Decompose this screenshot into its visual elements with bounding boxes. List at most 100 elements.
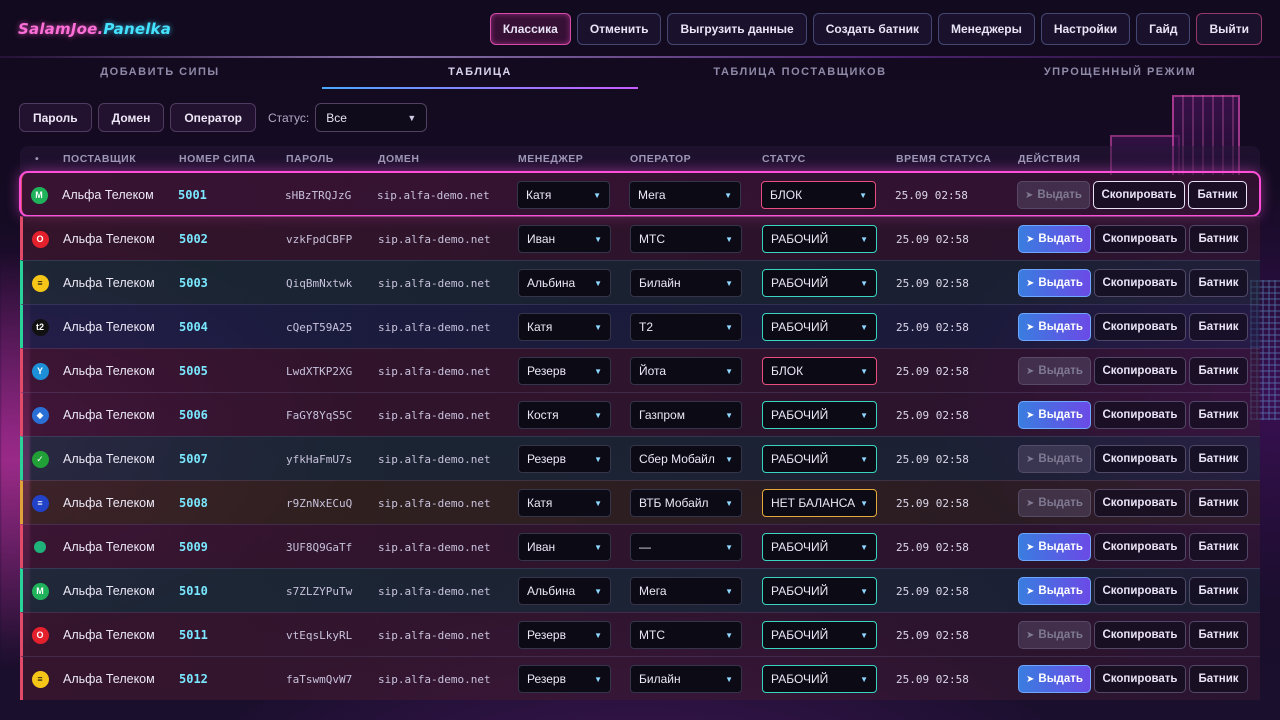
tab-1[interactable]: ТАБЛИЦА xyxy=(320,58,640,89)
batch-button[interactable]: Батник xyxy=(1189,577,1248,605)
nav-button-4[interactable]: Менеджеры xyxy=(938,13,1035,45)
issue-button[interactable]: ➤ Выдать xyxy=(1018,489,1091,517)
copy-button[interactable]: Скопировать xyxy=(1094,665,1186,693)
table-row[interactable]: ✓ Альфа Телеком 5007 yfkHaFmU7s sip.alfa… xyxy=(20,436,1260,480)
operator-select[interactable]: Сбер Мобайл ▼ xyxy=(630,445,742,473)
table-row[interactable]: M Альфа Телеком 5010 s7ZLZYPuTw sip.alfa… xyxy=(20,568,1260,612)
nav-button-0[interactable]: Классика xyxy=(489,13,571,45)
copy-button[interactable]: Скопировать xyxy=(1094,445,1186,473)
tab-0[interactable]: ДОБАВИТЬ СИПЫ xyxy=(0,58,320,89)
status-select[interactable]: РАБОЧИЙ ▼ xyxy=(762,445,877,473)
copy-button[interactable]: Скопировать xyxy=(1094,313,1186,341)
operator-select[interactable]: МТС ▼ xyxy=(630,225,742,253)
manager-select[interactable]: Альбина ▼ xyxy=(518,269,611,297)
table-row[interactable]: O Альфа Телеком 5011 vtEqsLkyRL sip.alfa… xyxy=(20,612,1260,656)
tab-2[interactable]: ТАБЛИЦА ПОСТАВЩИКОВ xyxy=(640,58,960,89)
manager-select[interactable]: Альбина ▼ xyxy=(518,577,611,605)
manager-select[interactable]: Катя ▼ xyxy=(518,489,611,517)
operator-select[interactable]: Билайн ▼ xyxy=(630,665,742,693)
copy-button[interactable]: Скопировать xyxy=(1094,269,1186,297)
issue-button[interactable]: ➤ Выдать xyxy=(1018,577,1091,605)
issue-button[interactable]: ➤ Выдать xyxy=(1018,313,1091,341)
manager-select[interactable]: Иван ▼ xyxy=(518,533,611,561)
operator-select[interactable]: Мега ▼ xyxy=(630,577,742,605)
manager-select[interactable]: Резерв ▼ xyxy=(518,445,611,473)
batch-button[interactable]: Батник xyxy=(1189,357,1248,385)
header-password[interactable]: ПАРОЛЬ xyxy=(286,153,334,165)
table-row[interactable]: Y Альфа Телеком 5005 LwdXTKP2XG sip.alfa… xyxy=(20,348,1260,392)
copy-button[interactable]: Скопировать xyxy=(1094,225,1186,253)
manager-select[interactable]: Резерв ▼ xyxy=(518,621,611,649)
issue-button[interactable]: ➤ Выдать xyxy=(1018,401,1091,429)
copy-button[interactable]: Скопировать xyxy=(1094,401,1186,429)
table-row[interactable]: ≡ Альфа Телеком 5003 QiqBmNxtwk sip.alfa… xyxy=(20,260,1260,304)
status-select[interactable]: НЕТ БАЛАНСА ▼ xyxy=(762,489,877,517)
header-manager[interactable]: МЕНЕДЖЕР xyxy=(518,153,583,165)
nav-button-6[interactable]: Гайд xyxy=(1136,13,1191,45)
filter-domain-button[interactable]: Домен xyxy=(97,103,165,132)
batch-button[interactable]: Батник xyxy=(1189,313,1248,341)
issue-button[interactable]: ➤ Выдать xyxy=(1018,533,1091,561)
manager-select[interactable]: Резерв ▼ xyxy=(518,357,611,385)
status-select[interactable]: РАБОЧИЙ ▼ xyxy=(762,533,877,561)
copy-button[interactable]: Скопировать xyxy=(1093,181,1185,209)
issue-button[interactable]: ➤ Выдать xyxy=(1017,181,1090,209)
status-select[interactable]: БЛОК ▼ xyxy=(762,357,877,385)
manager-select[interactable]: Катя ▼ xyxy=(517,181,610,209)
operator-select[interactable]: МТС ▼ xyxy=(630,621,742,649)
manager-select[interactable]: Резерв ▼ xyxy=(518,665,611,693)
operator-select[interactable]: — ▼ xyxy=(630,533,742,561)
issue-button[interactable]: ➤ Выдать xyxy=(1018,665,1091,693)
batch-button[interactable]: Батник xyxy=(1189,225,1248,253)
operator-select[interactable]: Газпром ▼ xyxy=(630,401,742,429)
copy-button[interactable]: Скопировать xyxy=(1094,533,1186,561)
header-domain[interactable]: ДОМЕН xyxy=(378,153,419,165)
status-select[interactable]: РАБОЧИЙ ▼ xyxy=(762,577,877,605)
nav-button-3[interactable]: Создать батник xyxy=(812,13,933,45)
copy-button[interactable]: Скопировать xyxy=(1094,357,1186,385)
header-operator[interactable]: ОПЕРАТОР xyxy=(630,153,691,165)
header-number[interactable]: НОМЕР СИПА xyxy=(179,153,256,165)
manager-select[interactable]: Иван ▼ xyxy=(518,225,611,253)
batch-button[interactable]: Батник xyxy=(1189,533,1248,561)
tab-3[interactable]: УПРОЩЕННЫЙ РЕЖИМ xyxy=(960,58,1280,89)
operator-select[interactable]: Т2 ▼ xyxy=(630,313,742,341)
operator-select[interactable]: Мега ▼ xyxy=(629,181,741,209)
copy-button[interactable]: Скопировать xyxy=(1094,489,1186,517)
table-row[interactable]: ◆ Альфа Телеком 5006 FaGY8YqS5C sip.alfa… xyxy=(20,392,1260,436)
issue-button[interactable]: ➤ Выдать xyxy=(1018,269,1091,297)
issue-button[interactable]: ➤ Выдать xyxy=(1018,225,1091,253)
operator-select[interactable]: Билайн ▼ xyxy=(630,269,742,297)
nav-button-7[interactable]: Выйти xyxy=(1196,13,1262,45)
batch-button[interactable]: Батник xyxy=(1189,489,1248,517)
manager-select[interactable]: Костя ▼ xyxy=(518,401,611,429)
nav-button-1[interactable]: Отменить xyxy=(576,13,662,45)
header-status[interactable]: СТАТУС xyxy=(762,153,806,165)
nav-button-2[interactable]: Выгрузить данные xyxy=(667,13,807,45)
batch-button[interactable]: Батник xyxy=(1189,401,1248,429)
copy-button[interactable]: Скопировать xyxy=(1094,577,1186,605)
nav-button-5[interactable]: Настройки xyxy=(1040,13,1131,45)
table-row[interactable]: Альфа Телеком 5009 3UF8Q9GaTf sip.alfa-d… xyxy=(20,524,1260,568)
copy-button[interactable]: Скопировать xyxy=(1094,621,1186,649)
table-row[interactable]: ≡ Альфа Телеком 5008 r9ZnNxECuQ sip.alfa… xyxy=(20,480,1260,524)
table-row[interactable]: t2 Альфа Телеком 5004 cQepT59A25 sip.alf… xyxy=(20,304,1260,348)
filter-password-button[interactable]: Пароль xyxy=(19,103,92,132)
manager-select[interactable]: Катя ▼ xyxy=(518,313,611,341)
batch-button[interactable]: Батник xyxy=(1189,665,1248,693)
status-select[interactable]: РАБОЧИЙ ▼ xyxy=(762,621,877,649)
status-select[interactable]: РАБОЧИЙ ▼ xyxy=(762,313,877,341)
table-row[interactable]: M Альфа Телеком 5001 sHBzTRQJzG sip.alfa… xyxy=(19,171,1261,217)
status-select[interactable]: РАБОЧИЙ ▼ xyxy=(762,401,877,429)
header-provider[interactable]: ПОСТАВЩИК xyxy=(63,153,136,165)
status-select[interactable]: РАБОЧИЙ ▼ xyxy=(762,225,877,253)
batch-button[interactable]: Батник xyxy=(1189,445,1248,473)
batch-button[interactable]: Батник xyxy=(1189,269,1248,297)
table-row[interactable]: O Альфа Телеком 5002 vzkFpdCBFP sip.alfa… xyxy=(20,216,1260,260)
issue-button[interactable]: ➤ Выдать xyxy=(1018,445,1091,473)
status-select[interactable]: РАБОЧИЙ ▼ xyxy=(762,269,877,297)
status-filter-select[interactable]: Все ▼ xyxy=(315,103,428,132)
issue-button[interactable]: ➤ Выдать xyxy=(1018,357,1091,385)
operator-select[interactable]: Йота ▼ xyxy=(630,357,742,385)
table-row[interactable]: ≡ Альфа Телеком 5012 faTswmQvW7 sip.alfa… xyxy=(20,656,1260,700)
